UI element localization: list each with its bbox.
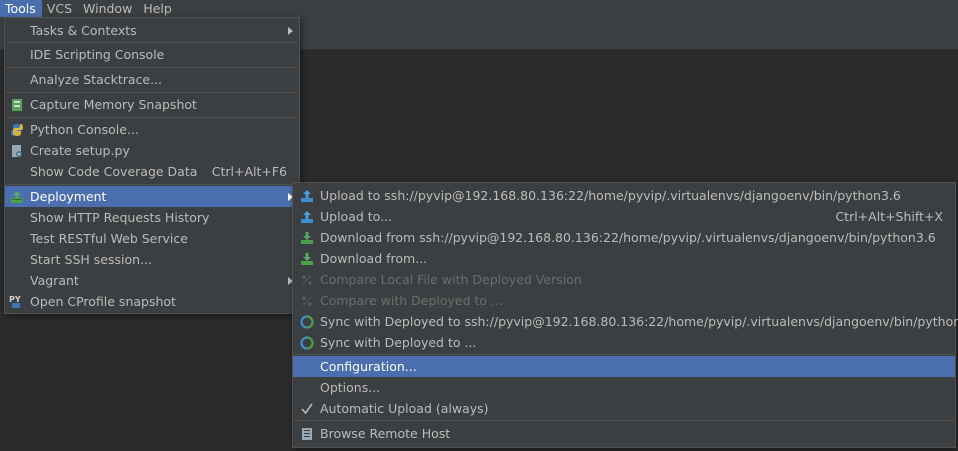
separator — [294, 420, 954, 421]
menu-item-tasks-contexts[interactable]: Tasks & Contexts — [5, 20, 299, 41]
menu-window[interactable]: Window — [78, 0, 138, 17]
menu-item-label: Start SSH session... — [30, 252, 152, 267]
menu-item-http-requests-history[interactable]: Show HTTP Requests History — [5, 207, 299, 228]
menu-item-options[interactable]: Options... — [293, 377, 955, 398]
cprofile-icon: PY — [9, 294, 24, 309]
menu-item-download-from-target[interactable]: Download from ssh://pyvip@192.168.80.136… — [293, 227, 955, 248]
menu-item-upload-to-target[interactable]: Upload to ssh://pyvip@192.168.80.136:22/… — [293, 185, 955, 206]
sync-icon — [299, 335, 314, 350]
remote-host-icon — [299, 426, 314, 441]
separator — [6, 117, 298, 118]
menu-item-sync-with-target[interactable]: Sync with Deployed to ssh://pyvip@192.16… — [293, 311, 958, 332]
svg-text:PY: PY — [9, 295, 21, 304]
menu-item-python-console[interactable]: Python Console... — [5, 119, 299, 140]
separator — [6, 42, 298, 43]
menu-item-label: Vagrant — [30, 273, 79, 288]
menu-item-sync-with-deployed[interactable]: Sync with Deployed to ... — [293, 332, 955, 353]
menu-item-label: Options... — [320, 380, 381, 395]
menu-item-label: Analyze Stacktrace... — [30, 72, 163, 87]
menu-item-label: Sync with Deployed to ... — [320, 335, 477, 350]
shortcut-label: Ctrl+Alt+Shift+X — [835, 209, 943, 224]
menu-item-label: Configuration... — [320, 359, 417, 374]
menu-item-label: Sync with Deployed to ssh://pyvip@192.16… — [320, 314, 958, 329]
menu-item-label: Automatic Upload (always) — [320, 401, 489, 416]
menu-tools[interactable]: Tools — [0, 0, 42, 17]
download-icon — [299, 251, 314, 266]
upload-icon — [299, 188, 314, 203]
memory-snapshot-icon — [9, 97, 24, 112]
menu-item-browse-remote-host[interactable]: Browse Remote Host — [293, 423, 955, 444]
menu-item-label: Upload to ssh://pyvip@192.168.80.136:22/… — [320, 188, 901, 203]
menu-item-upload-to[interactable]: Upload to... Ctrl+Alt+Shift+X — [293, 206, 955, 227]
menu-item-label: Open CProfile snapshot — [30, 294, 176, 309]
separator — [294, 354, 954, 355]
menu-item-start-ssh-session[interactable]: Start SSH session... — [5, 249, 299, 270]
python-icon — [9, 122, 24, 137]
menu-item-vagrant[interactable]: Vagrant — [5, 270, 299, 291]
menu-help[interactable]: Help — [138, 0, 178, 17]
menu-item-test-restful[interactable]: Test RESTful Web Service — [5, 228, 299, 249]
menu-item-analyze-stacktrace[interactable]: Analyze Stacktrace... — [5, 69, 299, 90]
download-icon — [299, 230, 314, 245]
compare-icon — [299, 293, 314, 308]
menu-item-label: Show HTTP Requests History — [30, 210, 210, 225]
menu-item-configuration[interactable]: Configuration... — [293, 356, 955, 377]
separator — [6, 92, 298, 93]
tools-menu: Tasks & Contexts IDE Scripting Console A… — [4, 17, 300, 314]
menu-item-label: Python Console... — [30, 122, 139, 137]
shortcut-label: Ctrl+Alt+F6 — [211, 164, 287, 179]
menu-item-label: Compare Local File with Deployed Version — [320, 272, 582, 287]
menu-item-automatic-upload[interactable]: Automatic Upload (always) — [293, 398, 955, 419]
separator — [6, 67, 298, 68]
submenu-arrow-icon — [288, 26, 293, 35]
menu-item-compare-with-deployed[interactable]: Compare with Deployed to ... — [293, 290, 955, 311]
setup-file-icon — [9, 143, 24, 158]
separator — [6, 184, 298, 185]
checkmark-icon — [299, 401, 314, 416]
menu-item-compare-local-file[interactable]: Compare Local File with Deployed Version — [293, 269, 955, 290]
menu-item-label: Download from ssh://pyvip@192.168.80.136… — [320, 230, 936, 245]
menu-item-label: Capture Memory Snapshot — [30, 97, 197, 112]
menu-item-open-cprofile[interactable]: PY Open CProfile snapshot — [5, 291, 299, 312]
menu-item-download-from[interactable]: Download from... — [293, 248, 955, 269]
compare-icon — [299, 272, 314, 287]
menu-item-show-code-coverage[interactable]: Show Code Coverage Data Ctrl+Alt+F6 — [5, 161, 299, 182]
menu-item-label: Upload to... — [320, 209, 393, 224]
menu-item-label: Download from... — [320, 251, 428, 266]
menu-item-label: Test RESTful Web Service — [30, 231, 188, 246]
menu-vcs[interactable]: VCS — [42, 0, 78, 17]
menu-item-label: Show Code Coverage Data — [30, 164, 198, 179]
menu-item-label: Create setup.py — [30, 143, 130, 158]
upload-icon — [299, 209, 314, 224]
menu-item-label: Browse Remote Host — [320, 426, 451, 441]
menu-item-deployment[interactable]: Deployment — [5, 186, 299, 207]
menu-item-label: Compare with Deployed to ... — [320, 293, 503, 308]
menu-item-label: Deployment — [30, 189, 107, 204]
sync-icon — [299, 314, 314, 329]
menu-item-create-setup[interactable]: Create setup.py — [5, 140, 299, 161]
menu-item-label: Tasks & Contexts — [30, 23, 137, 38]
menu-item-label: IDE Scripting Console — [30, 47, 165, 62]
menu-item-ide-scripting-console[interactable]: IDE Scripting Console — [5, 44, 299, 65]
deployment-submenu: Upload to ssh://pyvip@192.168.80.136:22/… — [292, 182, 958, 448]
menu-bar: Tools VCS Window Help — [0, 0, 958, 17]
menu-item-capture-memory-snapshot[interactable]: Capture Memory Snapshot — [5, 94, 299, 115]
deployment-icon — [9, 189, 24, 204]
